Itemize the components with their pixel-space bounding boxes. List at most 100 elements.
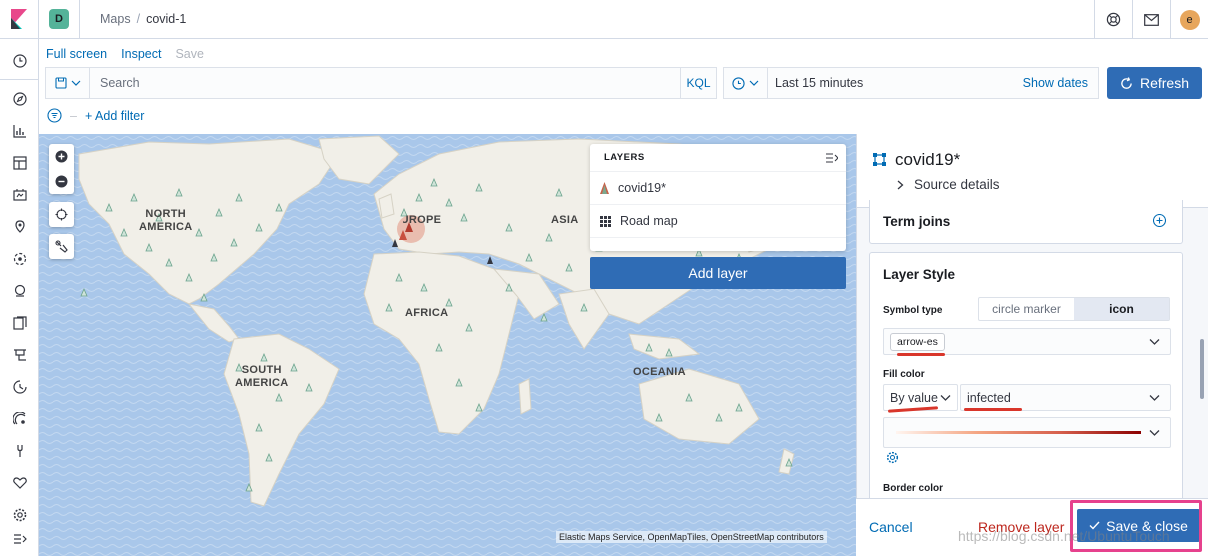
term-joins-title: Term joins	[883, 214, 951, 229]
search-input[interactable]: Search	[90, 76, 680, 90]
add-join-icon[interactable]	[1153, 214, 1166, 227]
cancel-button[interactable]: Cancel	[869, 519, 913, 535]
watermark: https://blog.csdn.net/UbuntuTouch	[958, 528, 1170, 544]
maps-icon[interactable]	[11, 218, 28, 235]
header-divider	[79, 0, 80, 39]
annotation-underline	[897, 353, 945, 356]
user-avatar: e	[1179, 9, 1200, 30]
logs-icon[interactable]	[11, 314, 28, 331]
time-range-label[interactable]: Last 15 minutes	[768, 76, 1023, 90]
add-layer-button[interactable]: Add layer	[590, 257, 846, 289]
save-link: Save	[175, 47, 204, 61]
layer-control-panel: LAYERS covid19* Road map	[590, 144, 846, 251]
dev-tools-icon[interactable]	[11, 442, 28, 459]
chevron-down-icon	[1149, 429, 1160, 436]
label-africa: AFRICA	[405, 307, 449, 319]
minus-circle-icon	[55, 175, 68, 188]
layer-style-title: Layer Style	[883, 267, 956, 282]
save-disk-icon	[54, 77, 67, 89]
color-ramp-select[interactable]	[883, 417, 1171, 448]
breadcrumb-current: covid-1	[146, 12, 187, 26]
uptime-icon[interactable]	[11, 410, 28, 427]
space-avatar[interactable]: D	[49, 9, 69, 29]
term-joins-card: Term joins	[869, 200, 1183, 244]
collapse-nav-icon[interactable]	[11, 530, 28, 547]
breadcrumb-separator: /	[136, 12, 141, 26]
calendar-clock-icon	[732, 76, 745, 90]
canvas-icon[interactable]	[11, 186, 28, 203]
crosshair-icon	[55, 208, 68, 221]
zoom-in-button[interactable]	[49, 144, 74, 169]
tile-grid-icon	[600, 215, 611, 227]
source-details-toggle[interactable]: Source details	[897, 177, 1000, 192]
fill-color-label: Fill color	[883, 369, 925, 380]
fill-field-value: infected	[967, 390, 1011, 405]
border-color-label: Border color	[883, 483, 944, 494]
side-nav	[0, 39, 39, 556]
chevron-down-icon	[940, 394, 951, 401]
layer-name: covid19*	[618, 181, 666, 195]
set-view-button[interactable]	[49, 202, 74, 227]
fill-field-select[interactable]: infected	[960, 384, 1171, 411]
map-attribution: Elastic Maps Service, OpenMapTiles, Open…	[556, 531, 827, 543]
dashboard-icon[interactable]	[11, 154, 28, 171]
recent-icon[interactable]	[11, 52, 28, 69]
kibana-logo[interactable]	[0, 0, 39, 39]
plus-circle-icon	[55, 150, 68, 163]
layers-title: LAYERS	[590, 144, 846, 172]
filter-bar: – + Add filter	[47, 108, 144, 123]
draw-tool-button[interactable]	[49, 234, 74, 259]
ml-icon[interactable]	[11, 250, 28, 267]
query-language-button[interactable]: KQL	[680, 68, 716, 98]
visualize-icon[interactable]	[11, 122, 28, 139]
source-details-label: Source details	[914, 177, 1000, 192]
management-icon[interactable]	[11, 506, 28, 523]
monitoring-icon[interactable]	[11, 474, 28, 491]
zoom-out-button[interactable]	[49, 169, 74, 194]
saved-query-button[interactable]	[46, 68, 90, 98]
full-screen-link[interactable]: Full screen	[46, 47, 107, 61]
newsfeed-button[interactable]	[1132, 0, 1170, 39]
layers-title-text: LAYERS	[604, 152, 645, 163]
icon-select[interactable]: arrow-es	[883, 328, 1171, 355]
filter-options-icon[interactable]	[47, 108, 62, 123]
layer-row-covid19[interactable]: covid19*	[590, 172, 846, 205]
gear-icon[interactable]	[886, 451, 899, 464]
nav-divider	[0, 79, 38, 80]
chevron-down-icon	[749, 80, 759, 86]
symbol-option-icon[interactable]: icon	[1074, 298, 1169, 320]
infrastructure-icon[interactable]	[11, 346, 28, 363]
add-filter-link[interactable]: + Add filter	[85, 109, 144, 123]
symbol-option-circle[interactable]: circle marker	[979, 298, 1074, 320]
siem-icon[interactable]	[11, 282, 28, 299]
breadcrumb-maps[interactable]: Maps	[100, 12, 131, 26]
inspect-link[interactable]: Inspect	[121, 47, 161, 61]
help-button[interactable]	[1094, 0, 1132, 39]
discover-icon[interactable]	[11, 90, 28, 107]
query-bar: Search KQL	[45, 67, 717, 99]
help-icon	[1106, 12, 1121, 27]
layer-title: covid19*	[895, 150, 961, 169]
refresh-button[interactable]: Refresh	[1107, 67, 1202, 99]
collapse-panel-icon[interactable]	[826, 153, 838, 163]
apm-icon[interactable]	[11, 378, 28, 395]
layer-name: Road map	[620, 214, 678, 228]
chevron-down-icon	[1149, 338, 1160, 345]
kibana-logo-icon	[11, 9, 27, 29]
icon-value: arrow-es	[890, 332, 945, 351]
vector-layer-icon	[873, 153, 886, 166]
user-menu-button[interactable]: e	[1170, 0, 1208, 39]
show-dates-link[interactable]: Show dates	[1023, 76, 1098, 90]
panel-scrollbar[interactable]	[1200, 339, 1204, 399]
label-south-america: SOUTH AMERICA	[235, 364, 289, 389]
tools-icon	[55, 240, 68, 253]
quick-select-button[interactable]	[724, 68, 768, 98]
label-north-america: NORTH AMERICA	[139, 208, 193, 233]
chevron-down-icon	[1149, 394, 1160, 401]
layer-row-road-map[interactable]: Road map	[590, 205, 846, 238]
refresh-label: Refresh	[1139, 75, 1190, 91]
marker-layer-icon	[600, 182, 609, 194]
app-header: D Maps / covid-1 e	[0, 0, 1208, 39]
zoom-controls	[49, 144, 74, 194]
header-actions: e	[1094, 0, 1208, 39]
